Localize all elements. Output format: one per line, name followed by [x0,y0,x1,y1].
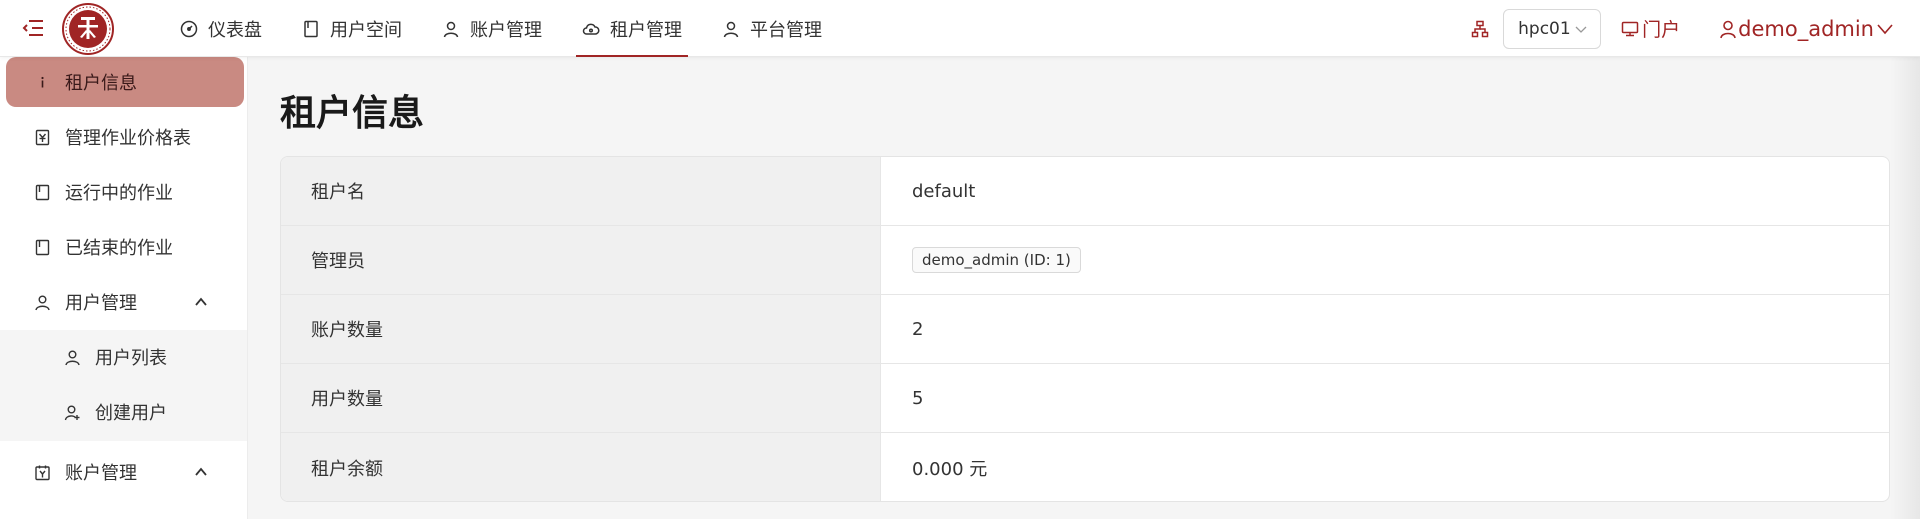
portal-link[interactable]: 门户 [1621,15,1680,42]
sidebar-item-tenant-info[interactable]: 租户信息 [6,57,244,107]
menu-fold-icon[interactable] [22,18,44,38]
cloud-icon [582,23,600,35]
dashboard-icon [180,20,198,37]
sidebar-item-label: 租户信息 [65,73,137,94]
table-row: 租户名 default [281,157,1889,226]
row-value: default [912,180,976,202]
price-icon [35,129,50,145]
sidebar-item-label: 创建用户 [95,403,167,424]
book-icon [304,20,318,37]
scroll-shadow [1890,57,1920,519]
portal-label: 门户 [1642,19,1681,41]
chevron-up-icon [195,297,207,306]
university-logo [62,3,114,55]
sidebar-group-account-management[interactable]: 账户管理 [6,447,244,497]
row-label: 用户数量 [281,364,881,432]
user-icon [35,295,50,310]
sidebar-group-user-management[interactable]: 用户管理 [6,277,244,327]
cluster-select-value: hpc01 [1518,18,1571,39]
user-name: demo_admin [1738,16,1874,41]
book-icon [35,239,50,255]
nav-platform-management[interactable]: 平台管理 [702,0,842,57]
user-add-icon [64,405,80,420]
sidebar-item-finished-jobs[interactable]: 已结束的作业 [6,222,244,272]
top-nav: 仪表盘 用户空间 账户管理 租户管理 平台管理 [160,0,842,57]
row-value: 2 [912,318,924,340]
row-value: 5 [912,387,924,409]
sidebar-item-label: 管理作业价格表 [65,128,191,149]
cluster-icon [1471,20,1489,37]
sidebar-item-label: 已结束的作业 [65,238,173,259]
table-row: 用户数量 5 [281,364,1889,433]
sidebar-item-label: 运行中的作业 [65,183,173,204]
nav-user-space[interactable]: 用户空间 [282,0,422,57]
sidebar: 租户信息 管理作业价格表 运行中的作业 已结束的作业 用户管理 用户列表 创建用… [0,57,248,519]
table-row: 租户余额 0.000 元 [281,433,1889,501]
user-icon [1720,20,1736,38]
page-title: 租户信息 [280,93,425,134]
user-icon [723,21,739,37]
chevron-down-icon [1877,23,1893,34]
row-label: 账户数量 [281,295,881,363]
sidebar-item-label: 用户列表 [95,348,167,369]
user-icon [65,350,80,365]
nav-label: 账户管理 [470,19,542,41]
table-row: 管理员 demo_admin (ID: 1) [281,226,1889,295]
cluster-select[interactable]: hpc01 [1503,8,1602,49]
info-icon [41,76,44,87]
nav-label: 租户管理 [610,19,682,41]
top-header: 仪表盘 用户空间 账户管理 租户管理 平台管理 hpc01 门户 demo_ad… [0,0,1920,57]
row-label: 管理员 [281,226,881,294]
row-label: 租户名 [281,157,881,225]
row-value-container: demo_admin (ID: 1) [881,226,1889,294]
chevron-down-icon [1575,26,1587,33]
nav-label: 仪表盘 [208,19,262,41]
book-icon [35,184,50,200]
nav-label: 平台管理 [750,19,822,41]
sidebar-item-create-user[interactable]: 创建用户 [6,387,244,437]
user-icon [443,21,459,37]
account-book-icon [35,465,50,480]
table-row: 账户数量 2 [281,295,1889,364]
nav-dashboard[interactable]: 仪表盘 [160,0,282,57]
admin-tag: demo_admin (ID: 1) [912,247,1081,273]
nav-tenant-management[interactable]: 租户管理 [562,0,702,57]
nav-label: 用户空间 [330,19,402,41]
header-right: hpc01 门户 demo_admin [1471,0,1920,57]
user-menu[interactable]: demo_admin [1718,17,1894,41]
row-label: 租户余额 [281,433,881,501]
desktop-icon [1621,21,1639,36]
sidebar-item-label: 用户管理 [65,293,137,314]
row-value: 0.000 元 [912,458,988,480]
chevron-up-icon [195,467,207,476]
tenant-info-table: 租户名 default 管理员 demo_admin (ID: 1) 账户数量 … [280,156,1890,502]
sidebar-item-job-price-table[interactable]: 管理作业价格表 [6,112,244,162]
nav-account-management[interactable]: 账户管理 [422,0,562,57]
sidebar-item-user-list[interactable]: 用户列表 [6,332,244,382]
sidebar-item-running-jobs[interactable]: 运行中的作业 [6,167,244,217]
sidebar-item-label: 账户管理 [65,463,137,484]
